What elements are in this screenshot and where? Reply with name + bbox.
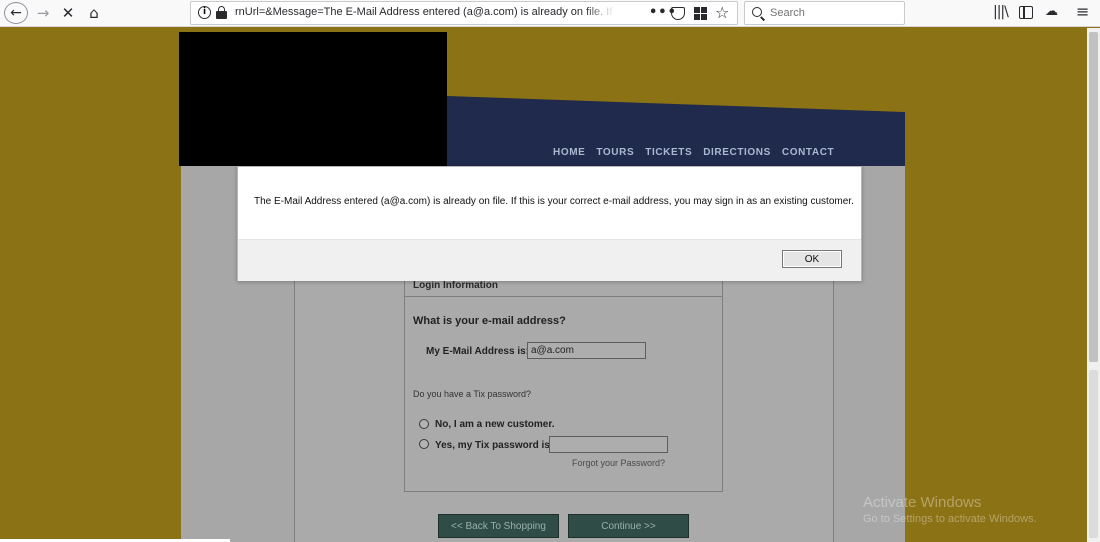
alert-dialog: The E-Mail Address entered (a@a.com) is …	[237, 166, 862, 281]
watermark-subtitle: Go to Settings to activate Windows.	[863, 513, 1037, 525]
watermark-title: Activate Windows	[863, 494, 982, 511]
nav-contact[interactable]: CONTACT	[782, 147, 834, 158]
pocket-icon[interactable]	[671, 7, 685, 20]
sync-icon[interactable]: ☁	[1045, 4, 1058, 19]
alert-footer: OK	[238, 239, 861, 281]
alert-message: The E-Mail Address entered (a@a.com) is …	[254, 196, 854, 207]
existing-customer-label[interactable]: Yes, my Tix password is:	[435, 440, 553, 451]
new-customer-radio[interactable]	[419, 419, 429, 429]
scroll-track-lower	[1089, 370, 1098, 538]
nav-directions[interactable]: DIRECTIONS	[703, 147, 771, 158]
forgot-password-link[interactable]: Forgot your Password?	[572, 458, 665, 468]
nav-home[interactable]: HOME	[553, 147, 585, 158]
email-label: My E-Mail Address is:	[426, 346, 529, 357]
email-field[interactable]	[527, 342, 646, 359]
search-icon	[752, 7, 762, 17]
back-arrow-icon[interactable]: ←	[4, 2, 28, 24]
email-question: What is your e-mail address?	[413, 315, 566, 327]
new-customer-label[interactable]: No, I am a new customer.	[435, 419, 554, 430]
browser-toolbar: ← → ✕ ⌂ i rnUrl=&Message=The E-Mail Addr…	[0, 0, 1100, 27]
stop-icon[interactable]: ✕	[57, 3, 79, 23]
url-text[interactable]: rnUrl=&Message=The E-Mail Address entere…	[235, 6, 615, 18]
search-bar[interactable]: Search	[744, 1, 905, 25]
back-to-shopping-button[interactable]: << Back To Shopping	[438, 514, 559, 538]
existing-customer-radio[interactable]	[419, 439, 429, 449]
info-icon[interactable]: i	[198, 6, 211, 19]
redacted-logo-area	[179, 32, 447, 166]
sidebar-icon[interactable]	[1019, 6, 1033, 19]
activate-windows-watermark: Activate Windows Go to Settings to activ…	[863, 494, 1037, 525]
login-information-box: Login Information	[404, 276, 723, 492]
nav-tickets[interactable]: TICKETS	[645, 147, 692, 158]
nav-tours[interactable]: TOURS	[596, 147, 634, 158]
site-nav: HOME TOURS TICKETS DIRECTIONS CONTACT	[553, 147, 834, 158]
bookmark-star-icon[interactable]: ☆	[715, 3, 729, 22]
password-field[interactable]	[549, 436, 668, 453]
ok-button[interactable]: OK	[782, 250, 842, 268]
windows-logo-icon[interactable]	[694, 7, 707, 20]
library-icon[interactable]: |||\	[993, 4, 1009, 20]
scrollbar[interactable]	[1087, 28, 1100, 542]
password-question: Do you have a Tix password?	[413, 389, 532, 399]
lock-icon[interactable]	[216, 6, 227, 19]
home-icon[interactable]: ⌂	[83, 3, 105, 23]
continue-button[interactable]: Continue >>	[568, 514, 689, 538]
url-bar[interactable]: i rnUrl=&Message=The E-Mail Address ente…	[190, 1, 738, 25]
search-placeholder: Search	[770, 7, 805, 19]
forward-arrow-icon[interactable]: →	[32, 3, 54, 23]
scroll-thumb[interactable]	[1089, 32, 1098, 362]
hamburger-menu-icon[interactable]: ≡	[1076, 2, 1089, 21]
